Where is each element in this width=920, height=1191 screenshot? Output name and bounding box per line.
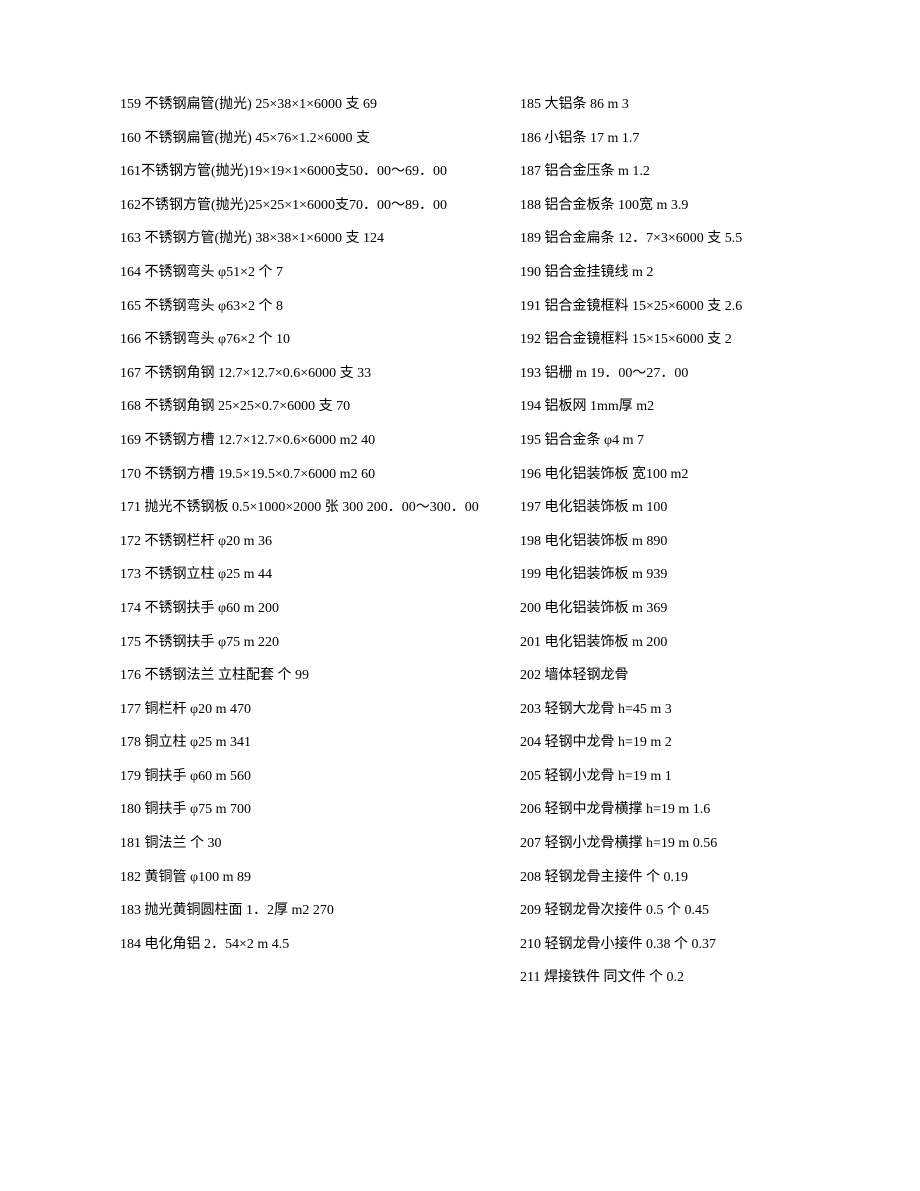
entry: 204 轻钢中龙骨 h=19 m 2 [520, 726, 810, 760]
entry: 176 不锈钢法兰 立柱配套 个 99 [120, 659, 490, 693]
entry: 206 轻钢中龙骨横撑 h=19 m 1.6 [520, 793, 810, 827]
entry: 160 不锈钢扁管(抛光) 45×76×1.2×6000 支 [120, 122, 490, 156]
entry: 180 铜扶手 φ75 m 700 [120, 793, 490, 827]
entry: 162不锈钢方管(抛光)25×25×1×6000支70．00～89．00 [120, 189, 490, 223]
entry: 175 不锈钢扶手 φ75 m 220 [120, 626, 490, 660]
entry: 168 不锈钢角钢 25×25×0.7×6000 支 70 [120, 390, 490, 424]
entry: 205 轻钢小龙骨 h=19 m 1 [520, 760, 810, 794]
entry: 197 电化铝装饰板 m 100 [520, 491, 810, 525]
entry: 194 铝板网 1mm厚 m2 [520, 390, 810, 424]
entry: 200 电化铝装饰板 m 369 [520, 592, 810, 626]
entry: 170 不锈钢方槽 19.5×19.5×0.7×6000 m2 60 [120, 458, 490, 492]
entry: 164 不锈钢弯头 φ51×2 个 7 [120, 256, 490, 290]
entry: 159 不锈钢扁管(抛光) 25×38×1×6000 支 69 [120, 88, 490, 122]
entry: 189 铝合金扁条 12．7×3×6000 支 5.5 [520, 222, 810, 256]
entry: 203 轻钢大龙骨 h=45 m 3 [520, 693, 810, 727]
entry: 202 墙体轻钢龙骨 [520, 659, 810, 693]
entry: 166 不锈钢弯头 φ76×2 个 10 [120, 323, 490, 357]
entry: 167 不锈钢角钢 12.7×12.7×0.6×6000 支 33 [120, 357, 490, 391]
entry: 190 铝合金挂镜线 m 2 [520, 256, 810, 290]
entry: 188 铝合金板条 100宽 m 3.9 [520, 189, 810, 223]
left-column: 159 不锈钢扁管(抛光) 25×38×1×6000 支 69 160 不锈钢扁… [120, 88, 490, 995]
entry: 211 焊接铁件 同文件 个 0.2 [520, 961, 810, 995]
document-columns: 159 不锈钢扁管(抛光) 25×38×1×6000 支 69 160 不锈钢扁… [120, 88, 805, 995]
entry: 199 电化铝装饰板 m 939 [520, 558, 810, 592]
entry: 173 不锈钢立柱 φ25 m 44 [120, 558, 490, 592]
entry: 187 铝合金压条 m 1.2 [520, 155, 810, 189]
entry: 201 电化铝装饰板 m 200 [520, 626, 810, 660]
entry: 196 电化铝装饰板 宽100 m2 [520, 458, 810, 492]
entry: 195 铝合金条 φ4 m 7 [520, 424, 810, 458]
entry: 179 铜扶手 φ60 m 560 [120, 760, 490, 794]
entry: 191 铝合金镜框料 15×25×6000 支 2.6 [520, 290, 810, 324]
entry: 172 不锈钢栏杆 φ20 m 36 [120, 525, 490, 559]
entry: 186 小铝条 17 m 1.7 [520, 122, 810, 156]
entry: 207 轻钢小龙骨横撑 h=19 m 0.56 [520, 827, 810, 861]
entry: 182 黄铜管 φ100 m 89 [120, 861, 490, 895]
entry: 209 轻钢龙骨次接件 0.5 个 0.45 [520, 894, 810, 928]
entry: 183 抛光黄铜圆柱面 1．2厚 m2 270 [120, 894, 490, 928]
entry: 177 铜栏杆 φ20 m 470 [120, 693, 490, 727]
entry: 181 铜法兰 个 30 [120, 827, 490, 861]
right-column: 185 大铝条 86 m 3 186 小铝条 17 m 1.7 187 铝合金压… [520, 88, 810, 995]
entry: 174 不锈钢扶手 φ60 m 200 [120, 592, 490, 626]
entry: 171 抛光不锈钢板 0.5×1000×2000 张 300 200．00～30… [120, 491, 490, 525]
entry: 163 不锈钢方管(抛光) 38×38×1×6000 支 124 [120, 222, 490, 256]
entry: 198 电化铝装饰板 m 890 [520, 525, 810, 559]
entry: 169 不锈钢方槽 12.7×12.7×0.6×6000 m2 40 [120, 424, 490, 458]
entry: 208 轻钢龙骨主接件 个 0.19 [520, 861, 810, 895]
entry: 161不锈钢方管(抛光)19×19×1×6000支50．00～69．00 [120, 155, 490, 189]
entry: 185 大铝条 86 m 3 [520, 88, 810, 122]
entry: 165 不锈钢弯头 φ63×2 个 8 [120, 290, 490, 324]
entry: 184 电化角铝 2．54×2 m 4.5 [120, 928, 490, 962]
entry: 193 铝栅 m 19．00～27．00 [520, 357, 810, 391]
entry: 210 轻钢龙骨小接件 0.38 个 0.37 [520, 928, 810, 962]
entry: 192 铝合金镜框料 15×15×6000 支 2 [520, 323, 810, 357]
entry: 178 铜立柱 φ25 m 341 [120, 726, 490, 760]
